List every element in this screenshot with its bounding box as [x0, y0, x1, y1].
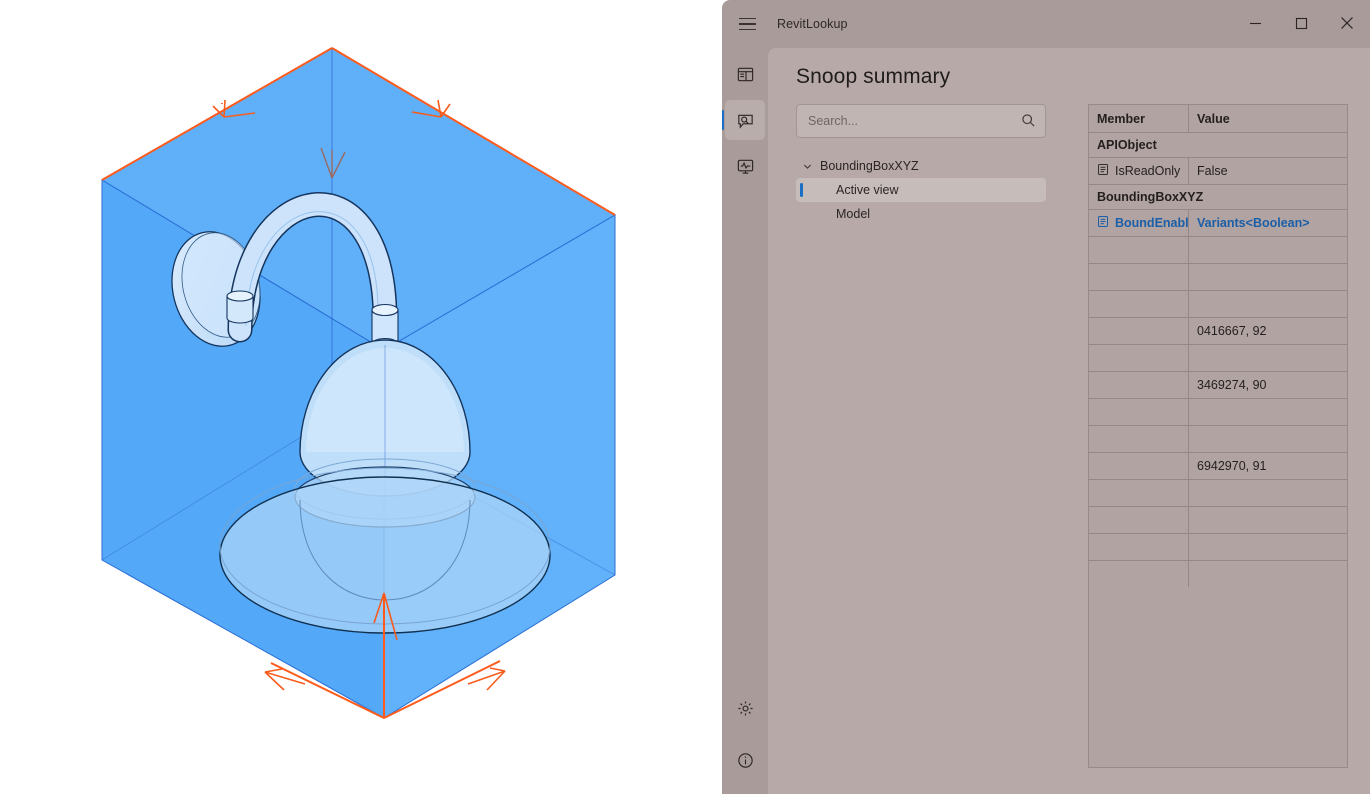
maximize-button[interactable]	[1278, 0, 1324, 46]
table-row[interactable]: 0416667, 92	[1089, 318, 1348, 345]
viewport-canvas	[0, 0, 722, 794]
property-icon	[1097, 163, 1109, 179]
table-row[interactable]	[1089, 291, 1348, 318]
window-titlebar[interactable]: RevitLookup	[722, 0, 1370, 48]
table-cell-value	[1189, 507, 1348, 533]
sidebar-item-about[interactable]	[725, 740, 765, 780]
table-row[interactable]	[1089, 561, 1348, 587]
member-name: BoundEnable	[1115, 216, 1189, 230]
table-cell-value: 6942970, 91	[1189, 453, 1348, 479]
property-icon	[1097, 215, 1109, 231]
search-input[interactable]	[797, 105, 1007, 137]
window-title: RevitLookup	[777, 17, 848, 31]
table-group-label: BoundingBoxXYZ	[1089, 185, 1348, 209]
window-controls	[1232, 0, 1370, 46]
table-cell-member	[1089, 561, 1189, 587]
chevron-down-icon[interactable]	[796, 162, 818, 171]
table-cell-member: IsReadOnly	[1089, 158, 1189, 184]
table-cell-value	[1189, 264, 1348, 290]
tree-item-model[interactable]: Model	[796, 202, 1046, 226]
table-row[interactable]	[1089, 237, 1348, 264]
sidebar-item-settings[interactable]	[725, 688, 765, 728]
table-row[interactable]: BoundEnable Variants<Boolean>	[1089, 210, 1348, 237]
table-cell-member	[1089, 318, 1189, 344]
table-group-row: BoundingBoxXYZ	[1089, 185, 1348, 210]
sidebar-item-events-monitor[interactable]	[725, 146, 765, 186]
minimize-button[interactable]	[1232, 0, 1278, 46]
close-button[interactable]	[1324, 0, 1370, 46]
table-header-row: Member Value	[1089, 105, 1348, 133]
table-cell-member	[1089, 399, 1189, 425]
revitlookup-window: RevitLookup	[722, 0, 1370, 794]
table-row[interactable]	[1089, 345, 1348, 372]
table-cell-value	[1189, 237, 1348, 263]
table-row[interactable]	[1089, 507, 1348, 534]
table-cell-value: False	[1189, 158, 1348, 184]
snoop-tree: BoundingBoxXYZ Active view Model	[796, 154, 1046, 226]
tree-item-boundingboxxyz[interactable]: BoundingBoxXYZ	[796, 154, 1046, 178]
table-cell-member	[1089, 345, 1189, 371]
table-cell-member	[1089, 264, 1189, 290]
table-cell-member	[1089, 426, 1189, 452]
table-cell-value	[1189, 345, 1348, 371]
search-box[interactable]	[796, 104, 1046, 138]
table-cell-member	[1089, 453, 1189, 479]
tree-item-active-view[interactable]: Active view	[796, 178, 1046, 202]
table-cell-member	[1089, 480, 1189, 506]
page-title: Snoop summary	[796, 65, 950, 89]
revit-3d-viewport[interactable]	[0, 0, 722, 794]
table-group-label: APIObject	[1089, 133, 1348, 157]
table-row[interactable]	[1089, 264, 1348, 291]
table-row[interactable]: IsReadOnly False	[1089, 158, 1348, 185]
table-row[interactable]	[1089, 426, 1348, 453]
table-cell-member	[1089, 372, 1189, 398]
tree-item-label: Model	[796, 207, 870, 221]
table-group-row: APIObject	[1089, 133, 1348, 158]
table-cell-value	[1189, 426, 1348, 452]
table-cell-value: 3469274, 90	[1189, 372, 1348, 398]
table-cell-value	[1189, 561, 1348, 587]
navigation-rail	[722, 48, 768, 794]
table-body: Member Value APIObject	[1089, 105, 1348, 587]
table-cell-member: BoundEnable	[1089, 210, 1189, 236]
table-cell-member	[1089, 534, 1189, 560]
table-cell-value	[1189, 534, 1348, 560]
screen: RevitLookup	[0, 0, 1370, 794]
table-cell-value	[1189, 480, 1348, 506]
table-cell-member	[1089, 291, 1189, 317]
table-cell-value	[1189, 399, 1348, 425]
table-cell-member	[1089, 237, 1189, 263]
table-row[interactable]	[1089, 480, 1348, 507]
content-area: Snoop summary	[768, 48, 1370, 794]
column-header-value: Value	[1189, 105, 1348, 132]
table-row[interactable]: 3469274, 90	[1089, 372, 1348, 399]
hamburger-icon[interactable]	[727, 8, 767, 40]
table-row[interactable]: 6942970, 91	[1089, 453, 1348, 480]
table-cell-value	[1189, 291, 1348, 317]
table-cell-member	[1089, 507, 1189, 533]
tree-item-label: BoundingBoxXYZ	[818, 159, 919, 173]
table-row[interactable]	[1089, 534, 1348, 561]
column-header-member: Member	[1089, 105, 1189, 132]
search-icon[interactable]	[1021, 113, 1036, 133]
sidebar-item-snoop[interactable]	[725, 100, 765, 140]
tree-item-label: Active view	[796, 183, 899, 197]
member-value-table[interactable]: Member Value APIObject	[1088, 104, 1348, 768]
sidebar-item-dashboard[interactable]	[725, 54, 765, 94]
table-cell-value: 0416667, 92	[1189, 318, 1348, 344]
snoop-tree-pane: BoundingBoxXYZ Active view Model	[796, 104, 1046, 226]
member-name: IsReadOnly	[1115, 164, 1180, 178]
table-cell-value: Variants<Boolean>	[1189, 210, 1348, 236]
table-row[interactable]	[1089, 399, 1348, 426]
